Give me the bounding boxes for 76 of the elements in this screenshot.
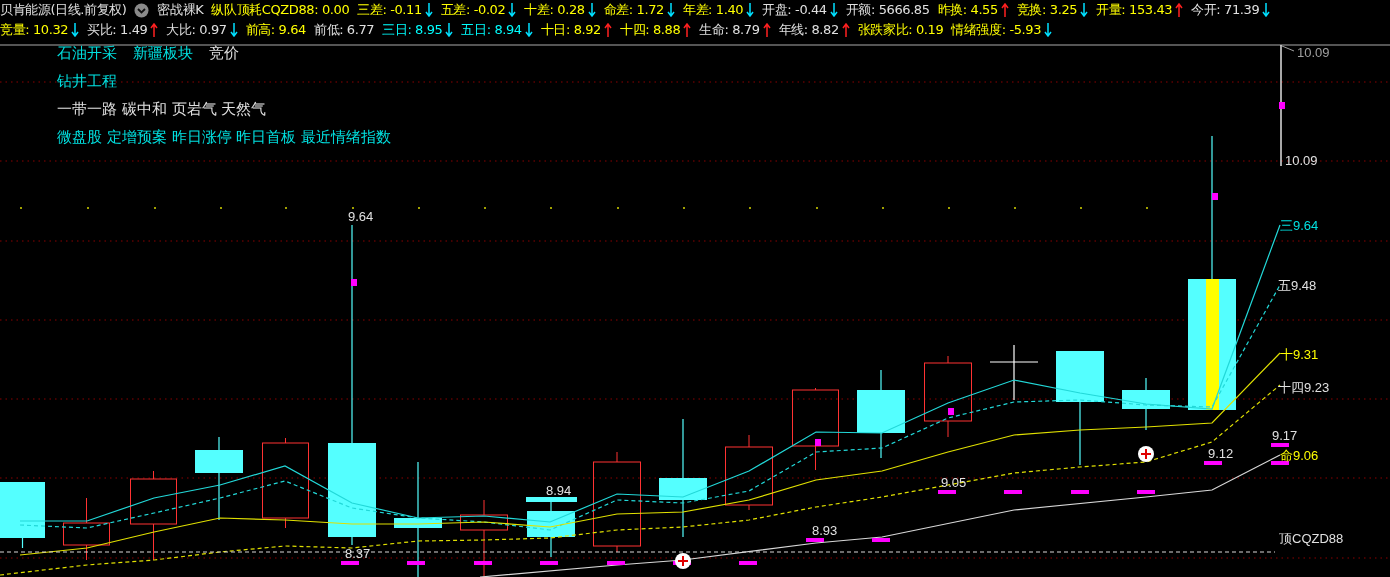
indicator-value: 五日: 8.94 — [461, 21, 522, 39]
price-label: 三9.64 — [1280, 218, 1319, 233]
concept-tag[interactable]: 竞价 — [209, 44, 239, 63]
indicator-value: 开盘: -0.44 — [762, 1, 827, 19]
price-label: 9.05 — [941, 475, 967, 490]
indicator-value: 命差: 1.72 — [603, 1, 664, 19]
indicator-value: 竞换: 3.25 — [1016, 1, 1078, 19]
indicator-value: 情绪强度: -5.93 — [951, 21, 1041, 39]
marker-square — [351, 279, 357, 286]
price-label: 8.93 — [812, 523, 838, 538]
candlestick — [1122, 377, 1170, 431]
concept-tag[interactable]: 新疆板块 — [133, 44, 193, 63]
price-label: 10.09 — [1297, 45, 1330, 60]
marker-dash — [1204, 461, 1222, 465]
marker-dash — [474, 561, 492, 565]
marker-dash — [1137, 490, 1155, 494]
marker-dash — [1071, 490, 1089, 494]
indicator-value: 大比: 0.97 — [166, 21, 227, 39]
indicator-value: 张跌家比: 0.19 — [857, 21, 944, 39]
candlestick — [0, 481, 45, 549]
price-label: 10.09 — [1285, 153, 1318, 168]
marker-dash — [607, 561, 625, 565]
indicator-value: 纵队顶耗CQZD88: 0.00 — [211, 1, 350, 19]
indicator-value: 前高: 9.64 — [245, 21, 306, 39]
concept-tag[interactable]: 微盘股 定增预案 昨日涨停 昨日首板 最近情绪指数 — [57, 128, 392, 147]
indicator-value: 开额: 5666.85 — [845, 1, 930, 19]
price-label: 9.12 — [1208, 446, 1234, 461]
price-label: 顶CQZD88 — [1279, 531, 1344, 546]
marker-dash — [540, 561, 558, 565]
indicator-value: 三日: 8.95 — [382, 21, 443, 39]
marker-dash — [1004, 490, 1022, 494]
marker-dash — [806, 538, 824, 542]
marker-bar — [526, 497, 577, 502]
marker-square — [815, 439, 821, 446]
marker-dash — [1271, 443, 1289, 447]
indicator-value: 年线: 8.82 — [778, 21, 839, 39]
indicator-name[interactable]: 密战裸K — [157, 1, 204, 19]
price-label: 十9.31 — [1280, 347, 1319, 362]
candlestick — [63, 497, 110, 561]
price-label: 命9.06 — [1280, 448, 1319, 463]
indicator-value: 昨换: 4.55 — [937, 1, 998, 19]
indicator-value: 开量: 153.43 — [1096, 1, 1173, 19]
price-label: 十四9.23 — [1278, 380, 1330, 395]
price-label: 五9.48 — [1278, 278, 1317, 293]
indicator-value: 三差: -0.11 — [357, 1, 422, 19]
price-label: 8.37 — [345, 546, 371, 561]
marker-dash — [938, 490, 956, 494]
indicator-value: 买比: 1.49 — [87, 21, 148, 39]
marker-dash — [872, 538, 890, 542]
concept-tag[interactable]: 钻井工程 — [57, 72, 117, 91]
indicator-value: 十差: 0.28 — [524, 1, 585, 19]
indicator-value: 五差: -0.02 — [440, 1, 506, 19]
marker-square — [1212, 193, 1218, 200]
indicator-value: 生命: 8.79 — [699, 21, 760, 39]
marker-dash — [739, 561, 757, 565]
dropdown-icon[interactable] — [134, 2, 150, 18]
indicator-value: 前低: 6.77 — [313, 21, 375, 39]
plus-circle-icon — [675, 553, 691, 569]
price-label: 8.94 — [546, 483, 572, 498]
concept-tag[interactable]: 石油开采 — [57, 44, 117, 63]
marker-square — [948, 408, 954, 415]
price-label: 9.64 — [348, 209, 374, 224]
candlestick — [989, 344, 1039, 401]
indicator-value: 今开: 71.39 — [1191, 1, 1260, 19]
marker-square — [1279, 102, 1285, 109]
stock-title: 贝肯能源(日线.前复权) — [0, 1, 127, 19]
indicator-value: 年差: 1.40 — [682, 1, 744, 19]
concept-tag[interactable]: 一带一路 碳中和 页岩气 天然气 — [57, 100, 267, 119]
plus-circle-icon — [1138, 446, 1154, 462]
marker-dash — [407, 561, 425, 565]
indicator-value: 十四: 8.88 — [620, 21, 681, 39]
indicator-value: 十日: 8.92 — [540, 21, 601, 39]
marker-dash — [1271, 461, 1289, 465]
marker-dash — [341, 561, 359, 565]
indicator-value: 竞量: 10.32 — [0, 21, 69, 39]
price-label: 9.17 — [1272, 428, 1298, 443]
